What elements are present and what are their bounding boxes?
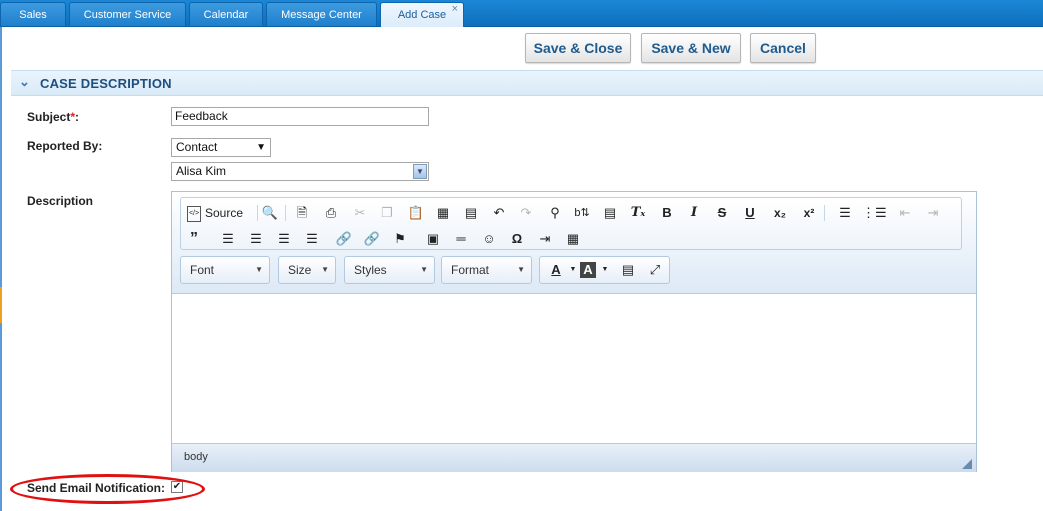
align-right-icon[interactable]: ☰ bbox=[273, 229, 295, 249]
combo-label: Format bbox=[451, 263, 490, 277]
font-combo[interactable]: Font ▼ bbox=[180, 256, 270, 284]
select-all-icon[interactable]: ▤ bbox=[599, 203, 621, 223]
justify-icon[interactable]: ☰ bbox=[301, 229, 323, 249]
source-label: Source bbox=[205, 206, 244, 220]
tab-calendar[interactable]: Calendar bbox=[189, 2, 263, 26]
combo-label: Styles bbox=[354, 263, 387, 277]
editor-toolbar: </> Source 🔍 🗎 ⎙ ✂ ❐ 📋 ▦ ▤ ↶ ↷ ⚲ b⇅ ▤ Tₓ … bbox=[172, 192, 976, 294]
editor-status-bar: body bbox=[172, 443, 976, 472]
dropdown-arrow-icon: ▼ bbox=[517, 265, 525, 274]
dropdown-arrow-icon: ▼ bbox=[256, 142, 266, 153]
tab-label: Customer Service bbox=[83, 9, 172, 21]
indent-icon[interactable]: ⇥ bbox=[922, 203, 944, 223]
toolbar-separator bbox=[257, 205, 258, 221]
section-title: CASE DESCRIPTION bbox=[40, 76, 172, 91]
strike-icon[interactable]: S bbox=[711, 203, 733, 223]
align-left-icon[interactable]: ☰ bbox=[217, 229, 239, 249]
undo-icon[interactable]: ↶ bbox=[488, 203, 510, 223]
tab-sales[interactable]: Sales bbox=[0, 2, 66, 26]
unlink-icon[interactable]: 🔗 bbox=[361, 229, 383, 249]
maximize-icon[interactable]: ⤢ bbox=[644, 260, 666, 280]
blockquote-icon[interactable]: ” bbox=[183, 229, 205, 249]
reported-by-type-select[interactable]: Contact ▼ bbox=[171, 138, 271, 157]
image-icon[interactable]: ▣ bbox=[422, 229, 444, 249]
description-label: Description bbox=[27, 194, 94, 208]
tab-label: Calendar bbox=[203, 9, 249, 21]
tab-label: Sales bbox=[19, 9, 47, 21]
tab-message-center[interactable]: Message Center bbox=[266, 2, 377, 26]
reported-by-label: Reported By: bbox=[27, 139, 103, 153]
paste-text-icon[interactable]: ▤ bbox=[460, 203, 482, 223]
superscript-icon[interactable]: x² bbox=[798, 203, 820, 223]
tab-customer-service[interactable]: Customer Service bbox=[69, 2, 186, 26]
remove-format-icon[interactable]: Tₓ bbox=[627, 203, 649, 223]
bold-icon[interactable]: B bbox=[656, 203, 678, 223]
left-accent-bar bbox=[0, 27, 2, 511]
combo-label: Font bbox=[190, 263, 215, 277]
select-value: Contact bbox=[176, 140, 218, 154]
copy-icon[interactable]: ❐ bbox=[376, 203, 398, 223]
editor-content-area[interactable] bbox=[172, 294, 976, 442]
link-icon[interactable]: 🔗 bbox=[333, 229, 355, 249]
dropdown-arrow-icon: ▼ bbox=[420, 265, 428, 274]
close-icon[interactable]: × bbox=[452, 0, 458, 21]
select-value: Alisa Kim bbox=[176, 164, 227, 178]
source-icon: </> bbox=[187, 205, 201, 222]
subject-input[interactable]: Feedback bbox=[171, 107, 429, 126]
tab-add-case[interactable]: Add Case × bbox=[380, 2, 464, 27]
redo-icon[interactable]: ↷ bbox=[515, 203, 537, 223]
tab-label: Add Case bbox=[397, 9, 447, 21]
dropdown-arrow-icon[interactable]: ▼ bbox=[413, 164, 427, 179]
element-path[interactable]: body bbox=[184, 451, 208, 463]
paste-icon[interactable]: 📋 bbox=[405, 203, 427, 223]
subject-label: Subject*: bbox=[27, 110, 80, 124]
subscript-icon[interactable]: x₂ bbox=[769, 203, 791, 223]
dropdown-arrow-icon: ▼ bbox=[321, 265, 329, 274]
bullet-list-icon[interactable]: ⋮☰ bbox=[862, 203, 887, 223]
anchor-icon[interactable]: ⚑ bbox=[389, 229, 411, 249]
outdent-icon[interactable]: ⇤ bbox=[894, 203, 916, 223]
cancel-button[interactable]: Cancel bbox=[750, 33, 816, 63]
styles-combo[interactable]: Styles ▼ bbox=[344, 256, 435, 284]
toolbar-separator bbox=[285, 205, 286, 221]
highlight-annotation-oval bbox=[10, 474, 205, 504]
save-close-button[interactable]: Save & Close bbox=[525, 33, 631, 63]
find-icon[interactable]: ⚲ bbox=[544, 203, 566, 223]
numbered-list-icon[interactable]: ☰ bbox=[834, 203, 856, 223]
new-page-icon[interactable]: 🗎 bbox=[291, 203, 313, 223]
save-new-button[interactable]: Save & New bbox=[641, 33, 741, 63]
paste-word-icon[interactable]: ▦ bbox=[432, 203, 454, 223]
tab-label: Message Center bbox=[281, 9, 362, 21]
table-icon[interactable]: ▦ bbox=[562, 229, 584, 249]
resize-handle-icon[interactable] bbox=[962, 459, 972, 469]
align-center-icon[interactable]: ☰ bbox=[245, 229, 267, 249]
size-combo[interactable]: Size ▼ bbox=[278, 256, 336, 284]
chevron-down-icon[interactable]: ⌄ bbox=[19, 74, 30, 90]
reported-by-contact-select[interactable]: Alisa Kim ▼ bbox=[171, 162, 429, 181]
color-tools-group: A ▼ A ▼ ▤ ⤢ bbox=[539, 256, 670, 284]
preview-icon[interactable]: 🔍 bbox=[259, 203, 281, 223]
show-blocks-icon[interactable]: ▤ bbox=[617, 260, 639, 280]
dropdown-arrow-icon[interactable]: ▼ bbox=[594, 260, 616, 280]
editor-toolbar-group: </> Source 🔍 🗎 ⎙ ✂ ❐ 📋 ▦ ▤ ↶ ↷ ⚲ b⇅ ▤ Tₓ … bbox=[180, 197, 962, 250]
italic-icon[interactable]: I bbox=[683, 203, 705, 223]
print-icon[interactable]: ⎙ bbox=[320, 203, 342, 223]
horizontal-rule-icon[interactable]: ═ bbox=[450, 229, 472, 249]
cut-icon[interactable]: ✂ bbox=[349, 203, 371, 223]
replace-icon[interactable]: b⇅ bbox=[571, 203, 593, 223]
source-button[interactable]: </> Source bbox=[187, 203, 243, 223]
smiley-icon[interactable]: ☺ bbox=[478, 229, 500, 249]
dropdown-arrow-icon: ▼ bbox=[255, 265, 263, 274]
underline-icon[interactable]: U bbox=[739, 203, 761, 223]
rich-text-editor: </> Source 🔍 🗎 ⎙ ✂ ❐ 📋 ▦ ▤ ↶ ↷ ⚲ b⇅ ▤ Tₓ … bbox=[171, 191, 977, 472]
left-accent-marker bbox=[0, 287, 2, 323]
format-combo[interactable]: Format ▼ bbox=[441, 256, 532, 284]
toolbar-separator bbox=[824, 205, 825, 221]
case-description-section[interactable]: ⌄ CASE DESCRIPTION bbox=[11, 70, 1043, 96]
combo-label: Size bbox=[288, 263, 312, 277]
page-break-icon[interactable]: ⇥ bbox=[534, 229, 556, 249]
tab-bar: Sales Customer Service Calendar Message … bbox=[0, 0, 1043, 27]
special-char-icon[interactable]: Ω bbox=[506, 229, 528, 249]
